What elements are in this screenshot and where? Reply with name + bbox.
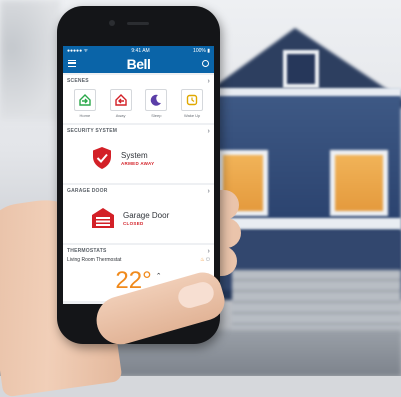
alarm-icon — [181, 89, 204, 111]
security-status-row[interactable]: System ARMED AWAY — [63, 137, 214, 183]
section-title: GARAGE DOOR — [67, 188, 108, 194]
moon-icon — [145, 89, 168, 111]
scene-label: Away — [115, 113, 126, 118]
scene-buttons: Home Away Sleep Wake Up — [63, 87, 214, 123]
thermostat-name: Living Room Thermostat — [67, 257, 122, 263]
garage-header[interactable]: GARAGE DOOR › — [63, 185, 214, 197]
settings-icon[interactable] — [202, 60, 209, 67]
scene-wakeup-button[interactable]: Wake Up — [180, 89, 204, 118]
moon-icon — [151, 94, 162, 106]
home-exit-icon — [109, 89, 132, 111]
clock: 9:41 AM — [131, 47, 150, 54]
brand-logo: Bell — [126, 56, 151, 72]
device-title: System — [121, 150, 148, 160]
status-badge: CLOSED — [123, 220, 144, 226]
gable-window — [283, 50, 319, 88]
shield-check-icon — [93, 147, 111, 169]
battery: 100% ▮ — [193, 47, 210, 54]
lit-window — [330, 150, 388, 216]
section-title: THERMOSTATS — [67, 248, 107, 254]
earpiece-speaker — [127, 22, 149, 25]
home-enter-icon — [73, 89, 96, 111]
menu-icon[interactable] — [68, 60, 76, 67]
mode-icons: ♨ ⏻ — [200, 257, 210, 263]
carrier-signal: ●●●●● ᯤ — [67, 47, 89, 54]
garage-section[interactable]: GARAGE DOOR › Garage Door CLOSED — [63, 185, 214, 243]
garage-status-row[interactable]: Garage Door CLOSED — [63, 197, 214, 243]
chevron-right-icon: › — [207, 127, 210, 135]
scenes-section: SCENES › Home Away Sleep Wake Up — [63, 75, 214, 123]
garage-icon — [92, 208, 114, 228]
scenes-header[interactable]: SCENES › — [63, 75, 214, 87]
roof-trim — [215, 88, 401, 96]
home-exit-icon — [114, 94, 127, 106]
power-icon[interactable]: ⏻ — [206, 257, 210, 263]
home-enter-icon — [79, 94, 91, 106]
heat-icon[interactable]: ♨ — [200, 257, 204, 263]
scene-away-button[interactable]: Away — [109, 89, 133, 118]
section-title: SECURITY SYSTEM — [67, 128, 118, 134]
scene-label: Sleep — [151, 113, 162, 118]
security-section[interactable]: SECURITY SYSTEM › System ARMED AWAY — [63, 125, 214, 183]
device-title: Garage Door — [123, 210, 170, 220]
app-screen: ●●●●● ᯤ 9:41 AM 100% ▮ Bell SCENES › Hom… — [63, 46, 214, 304]
scene-home-button[interactable]: Home — [73, 89, 97, 118]
scene-label: Wake Up — [183, 113, 201, 118]
front-camera — [109, 20, 115, 26]
thermostats-header[interactable]: THERMOSTATS › — [63, 245, 214, 257]
scene-label: Home — [79, 113, 91, 118]
status-bar: ●●●●● ᯤ 9:41 AM 100% ▮ — [63, 46, 214, 55]
tree — [0, 0, 60, 120]
scene-sleep-button[interactable]: Sleep — [144, 89, 168, 118]
section-title: SCENES — [67, 78, 89, 84]
alarm-icon — [186, 94, 198, 106]
chevron-right-icon: › — [207, 187, 210, 195]
app-header: Bell — [63, 55, 214, 73]
chevron-right-icon: › — [207, 77, 210, 85]
security-header[interactable]: SECURITY SYSTEM › — [63, 125, 214, 137]
chevron-right-icon: › — [207, 247, 210, 255]
status-badge: ARMED AWAY — [121, 160, 155, 166]
chevron-up-icon[interactable]: ⌃ — [156, 272, 162, 281]
